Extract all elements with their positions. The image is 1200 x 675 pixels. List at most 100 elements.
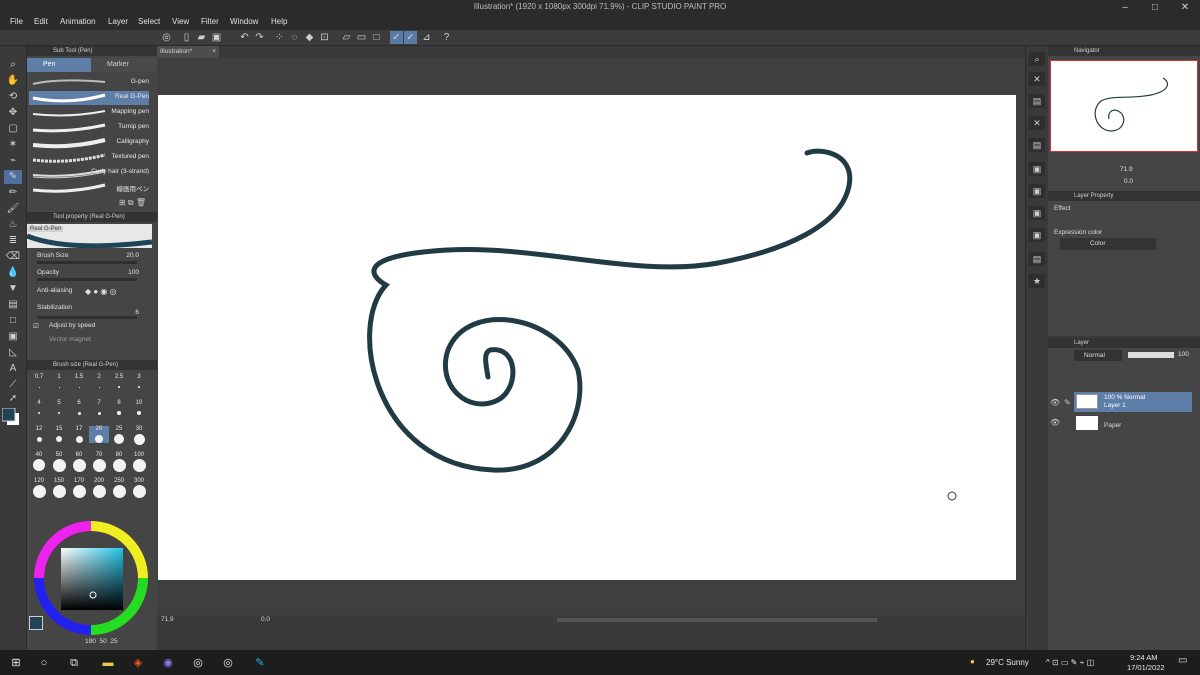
brush-size-option[interactable]: 8 [109, 400, 129, 415]
clip-studio-paint-icon[interactable]: ◎ [220, 655, 236, 671]
menu-view[interactable]: View [172, 17, 189, 26]
brush-size-option[interactable]: 120 [29, 478, 49, 498]
layer-search-icon[interactable]: ▣ [1029, 228, 1045, 242]
brush-size-option[interactable]: 100 [129, 452, 149, 472]
checkbox-icon[interactable]: ☑ [33, 322, 39, 330]
brush-size-option[interactable]: 80 [109, 452, 129, 472]
favorite-icon[interactable]: ★ [1029, 274, 1045, 288]
drawing-canvas[interactable] [158, 95, 1016, 580]
brush-size-option[interactable]: 300 [129, 478, 149, 498]
current-color-swatch[interactable] [29, 616, 43, 630]
search-icon[interactable]: ○ [36, 655, 52, 671]
brush-size-option[interactable]: 250 [109, 478, 129, 498]
save-icon[interactable]: ▣ [210, 31, 223, 44]
brush-size-option[interactable]: 12 [29, 426, 49, 442]
menu-window[interactable]: Window [230, 17, 258, 26]
menu-select[interactable]: Select [138, 17, 160, 26]
decoration-tool-icon[interactable]: ≣ [4, 234, 22, 248]
horizontal-scrollbar[interactable] [557, 618, 877, 622]
layer-opacity-slider[interactable] [1128, 352, 1174, 358]
frame-tool-icon[interactable]: ▣ [4, 330, 22, 344]
layer-row-layer-1[interactable]: 100 % Normal Layer 1 [1074, 392, 1192, 412]
main-color-swatch[interactable] [1, 407, 19, 425]
stabilization-row[interactable]: Stabilization 6 [29, 304, 147, 319]
palette-icon[interactable]: ✕ [1029, 72, 1045, 86]
navigator-zoom[interactable]: 71.9 [1120, 166, 1133, 173]
brush-item-lineart-pen[interactable]: 線画用ペン [29, 181, 149, 195]
fill-tool-icon[interactable]: ▼ [4, 282, 22, 296]
task-view-icon[interactable]: ⧉ [66, 655, 82, 671]
balloon-tool-icon[interactable]: ◺ [4, 346, 22, 360]
eye-icon[interactable]: 👁 [1050, 398, 1060, 407]
item-bank-icon[interactable]: ▣ [1029, 162, 1045, 176]
rotate-tool-icon[interactable]: ⟲ [4, 90, 22, 104]
transform-icon[interactable]: ⊡ [318, 31, 331, 44]
layer-opacity-value[interactable]: 100 [1178, 351, 1189, 358]
deselect-icon[interactable]: ⁘ [273, 31, 286, 44]
grid-icon[interactable]: □ [370, 31, 383, 44]
snap-grid-icon[interactable]: ⊿ [420, 31, 433, 44]
pencil-tool-icon[interactable]: ✏ [4, 186, 22, 200]
brush-item-curly-hair[interactable]: Curly hair (3-strand) [29, 166, 149, 180]
eyedropper-icon[interactable]: ⌁ [4, 154, 22, 168]
search-icon[interactable]: ⌕ [1029, 52, 1045, 66]
discord-icon[interactable]: ◉ [160, 655, 176, 671]
opacity-row[interactable]: Opacity 100 [29, 269, 147, 283]
menu-animation[interactable]: Animation [60, 17, 96, 26]
document-tab[interactable]: Illustration* × [157, 46, 219, 58]
navigator-preview[interactable] [1050, 60, 1198, 152]
maximize-button[interactable]: □ [1140, 0, 1170, 15]
navigator-angle[interactable]: 0.0 [1124, 178, 1133, 185]
eye-icon[interactable]: 👁 [1050, 418, 1060, 427]
brush-size-option[interactable]: 10 [129, 400, 149, 415]
brush-size-option[interactable]: 2 [89, 374, 109, 388]
brush-size-option[interactable]: 25 [109, 426, 129, 444]
brush-size-option[interactable]: 70 [89, 452, 109, 472]
weather-text[interactable]: 29°C Sunny [986, 658, 1029, 667]
brush-size-option[interactable]: 60 [69, 452, 89, 472]
gradient-tool-icon[interactable]: ▤ [4, 298, 22, 312]
brush-size-option[interactable]: 1.5 [69, 374, 89, 388]
expression-color-dropdown[interactable]: Color [1060, 238, 1156, 250]
brush-size-option[interactable]: 0.7 [29, 374, 49, 388]
help-icon[interactable]: ? [440, 31, 453, 44]
file-explorer-icon[interactable]: ▬ [100, 655, 116, 671]
menu-help[interactable]: Help [271, 17, 287, 26]
snap-ruler-icon[interactable]: ✓ [390, 31, 403, 44]
system-tray-icons[interactable]: ^ ⊡ ▭ ✎ ⌁ ◫ [1046, 658, 1094, 667]
menu-file[interactable]: File [10, 17, 23, 26]
antialiasing-row[interactable]: Anti-aliasing ◆ ● ◉ ◎ [29, 287, 147, 301]
brush-size-option[interactable]: 40 [29, 452, 49, 471]
menu-edit[interactable]: Edit [34, 17, 48, 26]
pencil-icon[interactable]: ✎ [1064, 398, 1071, 407]
brush-size-option[interactable]: 20 [89, 426, 109, 443]
brush-size-option[interactable]: 5 [49, 400, 69, 415]
brush-size-option[interactable]: 7 [89, 400, 109, 415]
move-tool-icon[interactable]: ✥ [4, 106, 22, 120]
brush-size-option[interactable]: 2.5 [109, 374, 129, 388]
layer-row-paper[interactable]: Paper [1074, 414, 1192, 432]
sub-view-icon[interactable]: ✕ [1029, 116, 1045, 130]
quick-access-icon[interactable]: ▣ [1029, 206, 1045, 220]
close-button[interactable]: ✕ [1170, 0, 1200, 15]
brush-size-option[interactable]: 200 [89, 478, 109, 498]
selection-tool-icon[interactable]: ▢ [4, 122, 22, 136]
brush-size-option[interactable]: 50 [49, 452, 69, 472]
history-icon[interactable]: ▤ [1029, 138, 1045, 152]
brush-size-option[interactable]: 170 [69, 478, 89, 498]
fill-icon[interactable]: ◆ [303, 31, 316, 44]
brush-tool-icon[interactable]: 🖌 [4, 202, 22, 216]
brush-size-option[interactable]: 17 [69, 426, 89, 443]
brush-item-real-g-pen[interactable]: Real G-Pen [29, 91, 149, 105]
antialiasing-options-icon[interactable]: ◆ ● ◉ ◎ [85, 287, 117, 296]
windows-start-icon[interactable]: ⊞ [8, 655, 24, 671]
redo-icon[interactable]: ↷ [253, 31, 266, 44]
auto-action-icon[interactable]: ▣ [1029, 184, 1045, 198]
pen-tool-icon[interactable]: ✎ [4, 170, 22, 184]
rotation-angle[interactable]: 0.0 [261, 616, 270, 623]
brush-item-calligraphy[interactable]: Calligraphy [29, 136, 149, 150]
adjust-speed-row[interactable]: ☑ Adjust by speed [29, 322, 147, 336]
brush-size-row[interactable]: Brush Size 20.0 [29, 252, 147, 266]
paint-app-icon[interactable]: ✎ [252, 655, 268, 671]
brush-size-option[interactable]: 3 [129, 374, 149, 388]
